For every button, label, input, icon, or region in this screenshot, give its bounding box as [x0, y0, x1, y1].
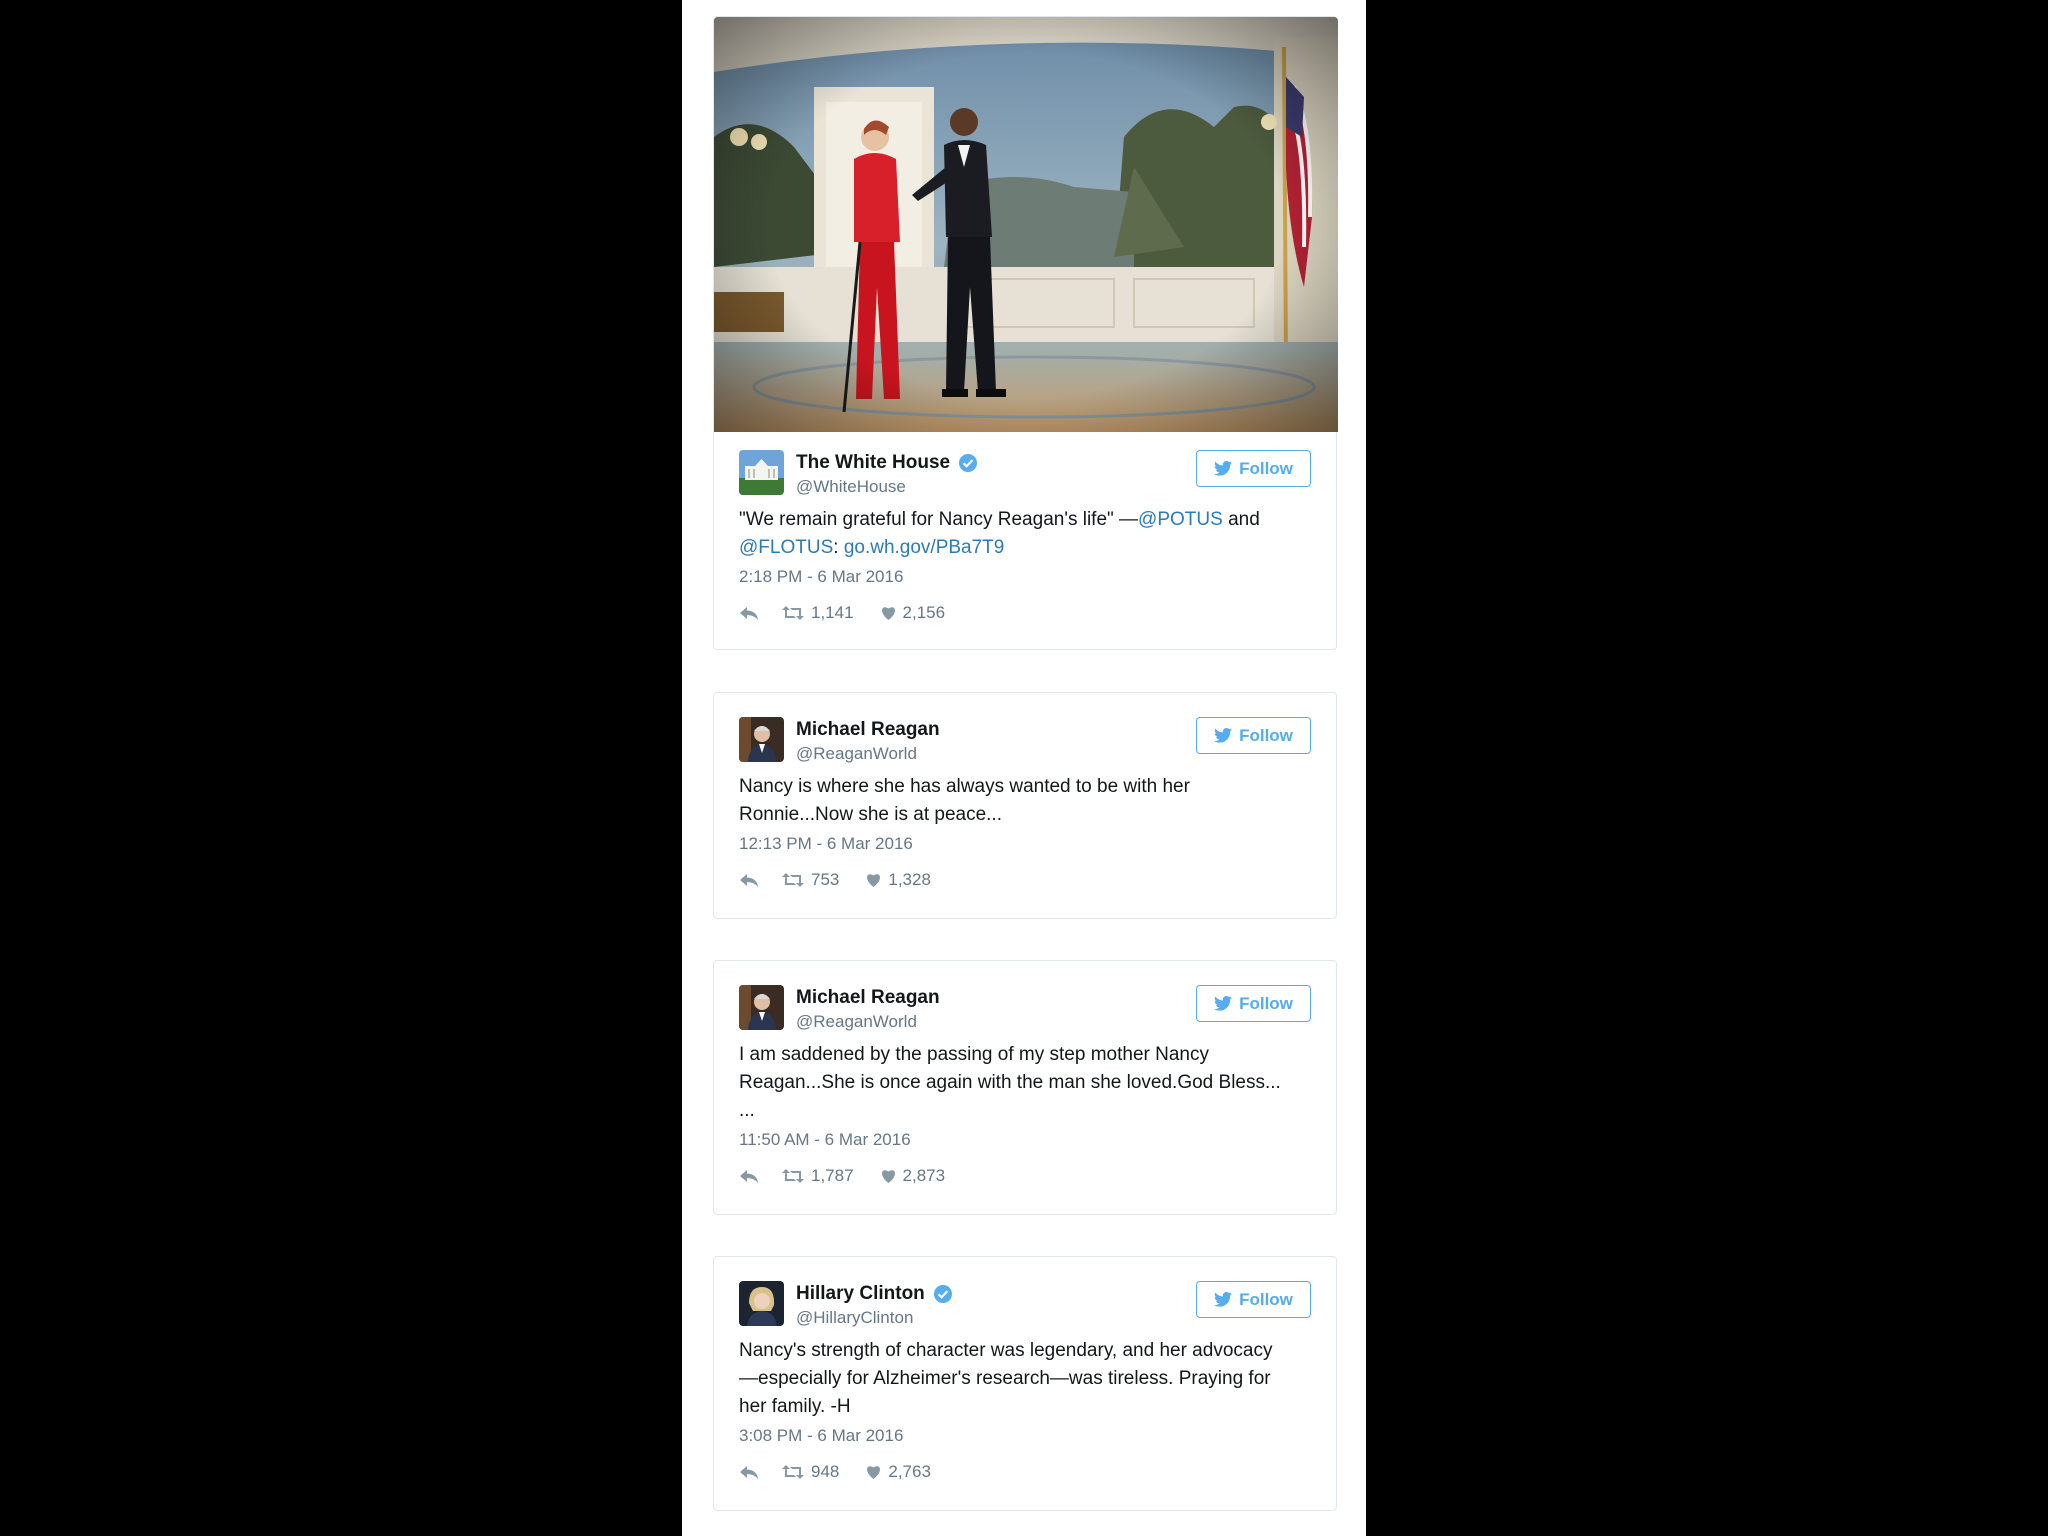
tweet-text-line: her family. -H: [739, 1396, 851, 1417]
like-count: 2,763: [888, 1462, 931, 1481]
tweet-text-part: "We remain grateful for Nancy Reagan's l…: [739, 509, 1139, 530]
author-handle[interactable]: @WhiteHouse: [796, 477, 978, 497]
follow-button[interactable]: Follow: [1196, 1281, 1311, 1318]
retweet-count: 1,787: [811, 1166, 854, 1185]
tweet-text-line: I am saddened by the passing of my step …: [739, 1044, 1209, 1065]
twitter-bird-icon: [1214, 1292, 1233, 1307]
author-name[interactable]: The White House: [796, 452, 950, 474]
tweet-timestamp[interactable]: 12:13 PM - 6 Mar 2016: [739, 833, 1311, 855]
retweet-button[interactable]: 948: [781, 1462, 839, 1482]
url-link[interactable]: go.wh.gov/PBa7T9: [844, 537, 1005, 558]
tweet-text-line: —especially for Alzheimer's research—was…: [739, 1368, 1271, 1389]
author-name[interactable]: Michael Reagan: [796, 987, 940, 1009]
retweet-icon: [781, 605, 805, 621]
retweet-icon: [781, 1168, 805, 1184]
like-button[interactable]: 2,763: [865, 1462, 931, 1482]
follow-label: Follow: [1239, 993, 1293, 1013]
follow-label: Follow: [1239, 1289, 1293, 1309]
tweet-text-part: :: [833, 537, 844, 558]
retweet-count: 753: [811, 870, 840, 889]
tweet-text: Nancy's strength of character was legend…: [739, 1337, 1311, 1421]
tweet-header: Hillary Clinton @HillaryClinton Follow: [739, 1281, 1311, 1337]
mention-link[interactable]: @POTUS: [1138, 509, 1223, 530]
photo-image: [714, 17, 1338, 432]
follow-label: Follow: [1239, 458, 1293, 478]
author-name[interactable]: Michael Reagan: [796, 719, 940, 741]
follow-button[interactable]: Follow: [1196, 717, 1311, 754]
retweet-icon: [781, 1464, 805, 1480]
verified-badge-icon: [958, 453, 978, 473]
verified-badge-icon: [933, 1284, 953, 1304]
tweet-text: I am saddened by the passing of my step …: [739, 1041, 1311, 1125]
follow-label: Follow: [1239, 725, 1293, 745]
tweet-text-line: Nancy's strength of character was legend…: [739, 1340, 1273, 1361]
reply-icon: [739, 1168, 759, 1184]
like-count: 1,328: [888, 870, 931, 889]
reply-button[interactable]: [739, 1464, 759, 1480]
reply-icon: [739, 605, 759, 621]
heart-icon: [865, 1464, 882, 1480]
retweet-count: 1,141: [811, 603, 854, 622]
author-name[interactable]: Hillary Clinton: [796, 1283, 925, 1305]
tweet-text-line: Nancy is where she has always wanted to …: [739, 776, 1190, 797]
tweet-header: The White House @WhiteHouse Follow: [739, 450, 1311, 506]
heart-icon: [880, 605, 897, 621]
tweet-header: Michael Reagan @ReaganWorld Follow: [739, 985, 1311, 1041]
avatar[interactable]: [739, 985, 784, 1030]
twitter-bird-icon: [1214, 728, 1233, 743]
follow-button[interactable]: Follow: [1196, 985, 1311, 1022]
follow-button[interactable]: Follow: [1196, 450, 1311, 487]
author-handle[interactable]: @HillaryClinton: [796, 1308, 953, 1328]
reply-button[interactable]: [739, 872, 759, 888]
tweet-timestamp[interactable]: 3:08 PM - 6 Mar 2016: [739, 1425, 1311, 1447]
tweet-actions: 753 1,328: [739, 869, 1311, 891]
reply-button[interactable]: [739, 1168, 759, 1184]
heart-icon: [880, 1168, 897, 1184]
tweet-actions: 1,141 2,156: [739, 602, 1311, 624]
tweet-text: "We remain grateful for Nancy Reagan's l…: [739, 506, 1311, 562]
author-handle[interactable]: @ReaganWorld: [796, 744, 940, 764]
tweet-card-reaganworld-2: Michael Reagan @ReaganWorld Follow I am …: [713, 960, 1337, 1215]
tweet-actions: 948 2,763: [739, 1461, 1311, 1483]
tweet-text-line: Ronnie...Now she is at peace...: [739, 804, 1002, 825]
tweet-text-line: Reagan...She is once again with the man …: [739, 1072, 1281, 1093]
heart-icon: [865, 872, 882, 888]
tweet-header: Michael Reagan @ReaganWorld Follow: [739, 717, 1311, 773]
author-handle[interactable]: @ReaganWorld: [796, 1012, 940, 1032]
retweet-button[interactable]: 1,141: [781, 603, 854, 623]
like-button[interactable]: 2,156: [880, 603, 946, 623]
tweet-card-whitehouse: The White House @WhiteHouse Follow "We r…: [713, 16, 1338, 650]
twitter-bird-icon: [1214, 461, 1233, 476]
tweet-text-line: ...: [739, 1100, 755, 1121]
like-count: 2,156: [902, 603, 946, 622]
reply-icon: [739, 1464, 759, 1480]
mention-link[interactable]: @FLOTUS: [739, 537, 833, 558]
tweet-card-reaganworld-1: Michael Reagan @ReaganWorld Follow Nancy…: [713, 692, 1337, 919]
tweet-actions: 1,787 2,873: [739, 1165, 1311, 1187]
tweet-text-part: and: [1222, 509, 1260, 530]
tweet-timestamp[interactable]: 11:50 AM - 6 Mar 2016: [739, 1129, 1311, 1151]
reply-icon: [739, 872, 759, 888]
tweet-column: The White House @WhiteHouse Follow "We r…: [682, 0, 1366, 1536]
like-button[interactable]: 1,328: [865, 870, 931, 890]
retweet-button[interactable]: 1,787: [781, 1166, 854, 1186]
reply-button[interactable]: [739, 605, 759, 621]
tweet-timestamp[interactable]: 2:18 PM - 6 Mar 2016: [739, 566, 1311, 588]
tweet-card-hillaryclinton: Hillary Clinton @HillaryClinton Follow N…: [713, 1256, 1337, 1511]
twitter-bird-icon: [1214, 996, 1233, 1011]
avatar[interactable]: [739, 1281, 784, 1326]
like-button[interactable]: 2,873: [880, 1166, 946, 1186]
avatar[interactable]: [739, 450, 784, 495]
retweet-icon: [781, 872, 805, 888]
like-count: 2,873: [902, 1166, 946, 1185]
tweet-text: Nancy is where she has always wanted to …: [739, 773, 1311, 829]
retweet-count: 948: [811, 1462, 840, 1481]
avatar[interactable]: [739, 717, 784, 762]
tweet-photo[interactable]: [714, 17, 1338, 432]
retweet-button[interactable]: 753: [781, 870, 839, 890]
